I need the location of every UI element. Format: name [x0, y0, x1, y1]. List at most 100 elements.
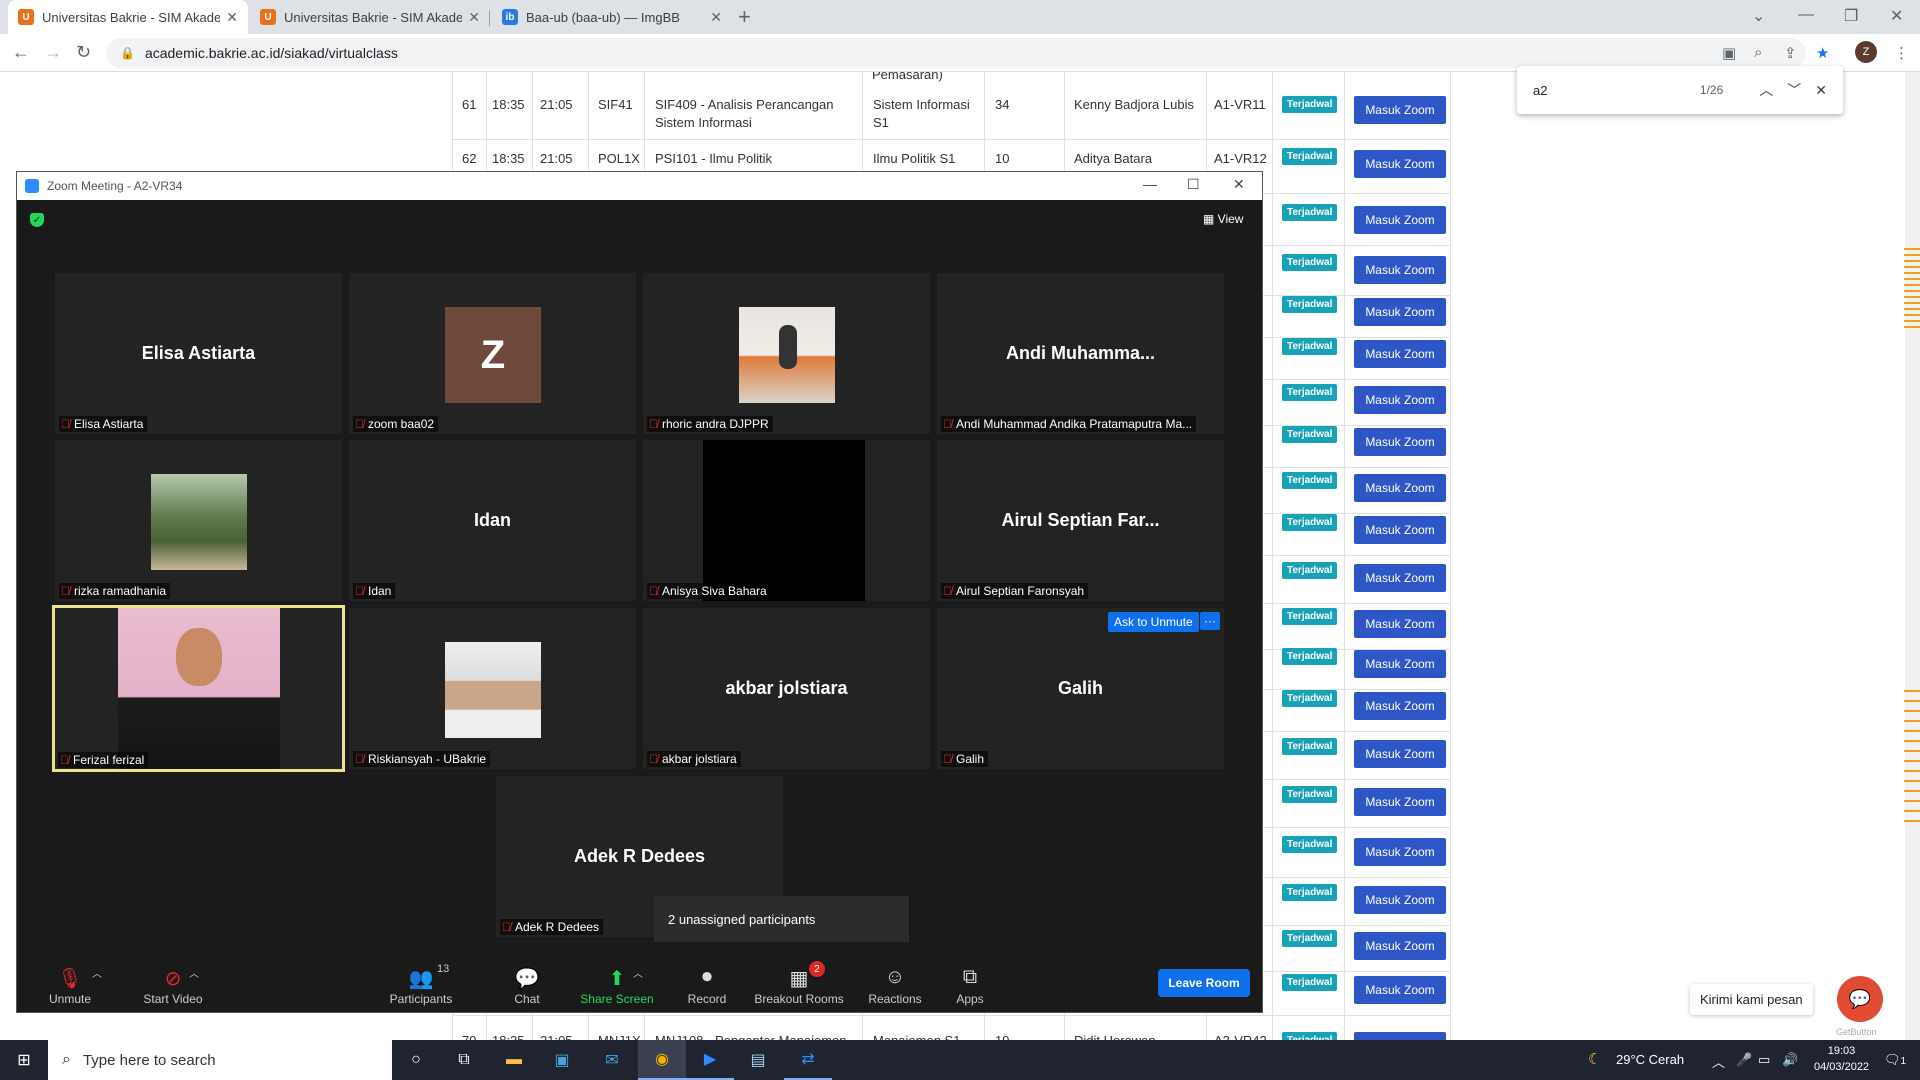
notification-center-icon[interactable]: 🗨1 [1884, 1052, 1906, 1068]
close-tab-icon[interactable]: ✕ [226, 9, 238, 26]
find-prev-icon[interactable]: ︿ [1759, 80, 1773, 100]
chrome-icon[interactable]: ◉ [638, 1040, 686, 1080]
mail-icon[interactable]: ✉ [588, 1040, 636, 1080]
masuk-zoom-button[interactable]: Masuk Zoom [1354, 206, 1446, 234]
masuk-zoom-button[interactable]: Masuk Zoom [1354, 788, 1446, 816]
teamviewer-icon[interactable]: ⇄ [784, 1040, 832, 1080]
show-hidden-icons-chevron-icon[interactable]: ︿ [1712, 1052, 1725, 1071]
masuk-zoom-button[interactable]: Masuk Zoom [1354, 838, 1446, 866]
reload-icon[interactable]: ↻ [76, 42, 91, 63]
maximize-icon[interactable]: ☐ [1187, 176, 1200, 193]
windows-start-icon[interactable]: ⊞ [0, 1040, 48, 1080]
view-button[interactable]: ▦ View [1203, 212, 1243, 226]
masuk-zoom-button[interactable]: Masuk Zoom [1354, 692, 1446, 720]
find-close-icon[interactable]: ✕ [1815, 82, 1827, 99]
video-tile[interactable]: Elisa Astiarta 🎙̸ Elisa Astiarta [55, 273, 342, 434]
ask-to-unmute-button[interactable]: Ask to Unmute [1108, 612, 1199, 632]
reactions-button[interactable]: ☺ Reactions [850, 957, 940, 1012]
unassigned-participants-tooltip[interactable]: 2 unassigned participants [654, 896, 909, 942]
profile-avatar[interactable]: Z [1855, 41, 1877, 63]
share-screen-button[interactable]: ⬆ Share Screen [567, 957, 667, 1012]
browser-tab-3[interactable]: ib Baa-ub (baa-ub) — ImgBB ✕ [492, 0, 732, 34]
network-icon[interactable]: ▭ [1758, 1052, 1770, 1068]
find-input[interactable]: a2 [1533, 83, 1700, 98]
weather-text[interactable]: 29°C Cerah [1616, 1052, 1684, 1067]
page-action-icon[interactable]: ▣ [1722, 44, 1736, 62]
masuk-zoom-button[interactable]: Masuk Zoom [1354, 386, 1446, 414]
status-badge: Terjadwal [1282, 974, 1338, 991]
masuk-zoom-button[interactable]: Masuk Zoom [1354, 976, 1446, 1004]
address-bar[interactable]: 🔒 academic.bakrie.ac.id/siakad/virtualcl… [106, 38, 1806, 68]
apps-button[interactable]: ⧉ Apps [930, 957, 1010, 1012]
restore-icon[interactable]: ❐ [1844, 6, 1858, 26]
masuk-zoom-button[interactable]: Masuk Zoom [1354, 610, 1446, 638]
page-scrollbar[interactable] [1905, 72, 1920, 1040]
store-icon[interactable]: ▣ [538, 1040, 586, 1080]
zoom-app-icon[interactable]: ▶ [686, 1040, 734, 1080]
masuk-zoom-button[interactable]: Masuk Zoom [1354, 298, 1446, 326]
masuk-zoom-button[interactable]: Masuk Zoom [1354, 428, 1446, 456]
cortana-icon[interactable]: ○ [392, 1040, 440, 1080]
active-speaker-tile[interactable]: 🎙̸ Ferizal ferizal [52, 605, 345, 772]
video-tile[interactable]: Idan 🎙̸ Idan [349, 440, 636, 601]
share-options-chevron-icon[interactable]: ︿ [633, 965, 643, 980]
system-clock[interactable]: 19:03 04/03/2022 [1814, 1043, 1869, 1075]
task-view-icon[interactable]: ⧉ [440, 1040, 488, 1080]
file-explorer-icon[interactable]: ▬ [490, 1040, 538, 1080]
zoom-icon[interactable]: ⌕ [1754, 44, 1762, 61]
chat-bubble-icon[interactable]: 💬 [1837, 976, 1883, 1022]
masuk-zoom-button[interactable]: Masuk Zoom [1354, 886, 1446, 914]
masuk-zoom-button[interactable]: Masuk Zoom [1354, 474, 1446, 502]
record-button[interactable]: ⏺ Record [667, 957, 747, 1012]
close-tab-icon[interactable]: ✕ [710, 9, 722, 26]
leave-room-button[interactable]: Leave Room [1158, 969, 1250, 997]
masuk-zoom-button[interactable]: Masuk Zoom [1354, 150, 1446, 178]
masuk-zoom-button[interactable]: Masuk Zoom [1354, 340, 1446, 368]
video-tile[interactable]: 🎙̸ rhoric andra DJPPR [643, 273, 930, 434]
video-tile[interactable]: Andi Muhamma... 🎙̸ Andi Muhammad Andika P… [937, 273, 1224, 434]
minimize-icon[interactable]: — [1798, 6, 1814, 24]
microphone-icon[interactable]: 🎤 [1736, 1052, 1752, 1068]
chat-button[interactable]: 💬 Chat [487, 957, 567, 1012]
back-icon[interactable]: ← [12, 42, 30, 63]
masuk-zoom-button[interactable]: Masuk Zoom [1354, 516, 1446, 544]
taskbar-search-box[interactable]: ⌕ Type here to search [48, 1040, 392, 1080]
masuk-zoom-button[interactable]: Masuk Zoom [1354, 740, 1446, 768]
video-options-chevron-icon[interactable]: ︿ [189, 965, 199, 980]
video-tile[interactable]: Z 🎙̸ zoom baa02 [349, 273, 636, 434]
find-next-icon[interactable]: ﹀ [1787, 80, 1801, 100]
video-tile[interactable]: 🎙̸ Anisya Siva Bahara [643, 440, 930, 601]
notepad-icon[interactable]: ▤ [734, 1040, 782, 1080]
chat-widget-label[interactable]: Kirimi kami pesan [1690, 984, 1813, 1015]
masuk-zoom-button[interactable]: Masuk Zoom [1354, 256, 1446, 284]
browser-tab-2[interactable]: U Universitas Bakrie - SIM Akadem ✕ [250, 0, 490, 34]
minimize-icon[interactable]: — [1143, 176, 1157, 192]
video-tile[interactable]: akbar jolstiara 🎙̸ akbar jolstiara [643, 608, 930, 769]
masuk-zoom-button[interactable]: Masuk Zoom [1354, 96, 1446, 124]
video-tile[interactable]: 🎙̸ Riskiansyah - UBakrie [349, 608, 636, 769]
tab-search-icon[interactable]: ⌄ [1752, 6, 1765, 26]
new-tab-icon[interactable]: + [738, 4, 751, 30]
encryption-shield-icon[interactable]: ✓ [30, 213, 44, 227]
video-tile[interactable]: Airul Septian Far... 🎙̸ Airul Septian Far… [937, 440, 1224, 601]
masuk-zoom-button[interactable]: Masuk Zoom [1354, 650, 1446, 678]
audio-options-chevron-icon[interactable]: ︿ [92, 965, 102, 980]
video-tile[interactable]: 🎙̸ rizka ramadhania [55, 440, 342, 601]
close-tab-icon[interactable]: ✕ [468, 9, 480, 26]
volume-icon[interactable]: 🔊 [1782, 1052, 1798, 1068]
share-icon[interactable]: ⇪ [1784, 44, 1797, 62]
masuk-zoom-button[interactable]: Masuk Zoom [1354, 564, 1446, 592]
breakout-rooms-button[interactable]: ▦ Breakout Rooms [744, 957, 854, 1012]
more-options-button[interactable]: ··· [1200, 612, 1220, 630]
masuk-zoom-button[interactable]: Masuk Zoom [1354, 932, 1446, 960]
browser-tab-1[interactable]: U Universitas Bakrie - SIM Akadem ✕ [8, 0, 248, 34]
start-video-button[interactable]: ⊘ Start Video [123, 957, 223, 1012]
close-window-icon[interactable]: ✕ [1233, 176, 1245, 193]
video-tile[interactable]: Galih 🎙̸ Galih [937, 608, 1224, 769]
masuk-zoom-button[interactable]: Masuk Zoom [1354, 1032, 1446, 1040]
bookmark-star-icon[interactable]: ★ [1816, 44, 1829, 62]
close-window-icon[interactable]: ✕ [1890, 6, 1903, 26]
participants-button[interactable]: 👥 Participants [371, 957, 471, 1012]
menu-kebab-icon[interactable]: ⋮ [1894, 44, 1909, 62]
forward-icon[interactable]: → [44, 42, 62, 63]
